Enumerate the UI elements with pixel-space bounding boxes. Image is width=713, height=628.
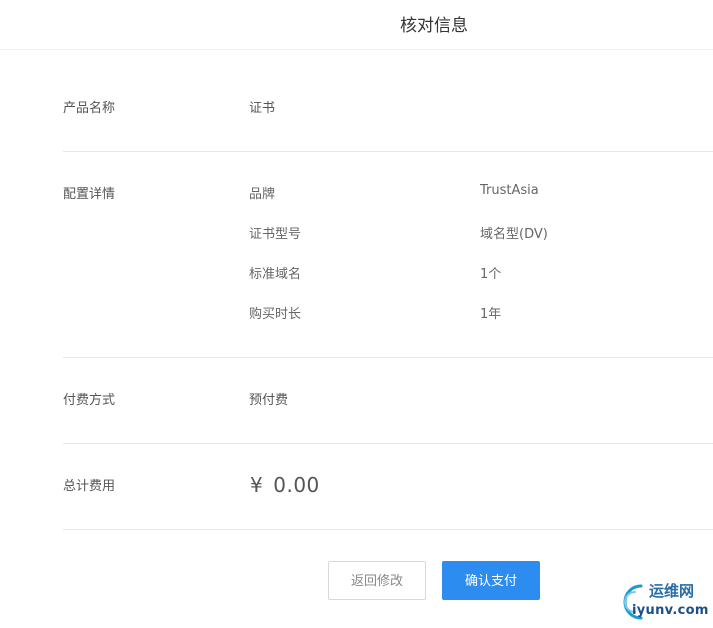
config-key-brand: 品牌 bbox=[249, 187, 276, 202]
config-value-domains: 1个 bbox=[480, 267, 502, 282]
product-value: 证书 bbox=[249, 101, 276, 116]
total-amount: 0.00 bbox=[273, 473, 320, 497]
payment-label: 付费方式 bbox=[63, 393, 116, 408]
product-section: 产品名称 证书 bbox=[63, 50, 713, 152]
page-title: 核对信息 bbox=[400, 16, 468, 36]
config-key-duration: 购买时长 bbox=[249, 307, 302, 322]
total-label: 总计费用 bbox=[63, 479, 116, 494]
config-value-duration: 1年 bbox=[480, 307, 502, 322]
payment-value: 预付费 bbox=[249, 393, 289, 408]
config-section: 配置详情 品牌 TrustAsia 证书型号 域名型(DV) 标准域名 1个 购… bbox=[63, 152, 713, 358]
config-label: 配置详情 bbox=[63, 187, 116, 202]
config-key-domains: 标准域名 bbox=[249, 267, 302, 282]
watermark-line1: 运维网 bbox=[649, 582, 695, 600]
currency-symbol: ¥ bbox=[250, 473, 264, 497]
back-edit-button[interactable]: 返回修改 bbox=[328, 561, 426, 600]
watermark-line2: iyunv.com bbox=[632, 603, 709, 618]
page-header: 核对信息 bbox=[0, 0, 713, 50]
total-section: 总计费用 ¥0.00 bbox=[63, 444, 713, 530]
confirm-pay-button[interactable]: 确认支付 bbox=[442, 561, 540, 600]
product-label: 产品名称 bbox=[63, 101, 116, 116]
payment-section: 付费方式 预付费 bbox=[63, 358, 713, 444]
config-value-cert-type: 域名型(DV) bbox=[480, 227, 548, 242]
config-key-cert-type: 证书型号 bbox=[249, 227, 302, 242]
watermark-logo-icon bbox=[623, 584, 643, 620]
total-price: ¥0.00 bbox=[250, 473, 320, 497]
site-watermark: 运维网 iyunv.com bbox=[607, 578, 713, 626]
config-value-brand: TrustAsia bbox=[480, 183, 539, 198]
order-confirmation-page: 核对信息 产品名称 证书 配置详情 品牌 TrustAsia 证书型号 域名型(… bbox=[0, 0, 713, 628]
